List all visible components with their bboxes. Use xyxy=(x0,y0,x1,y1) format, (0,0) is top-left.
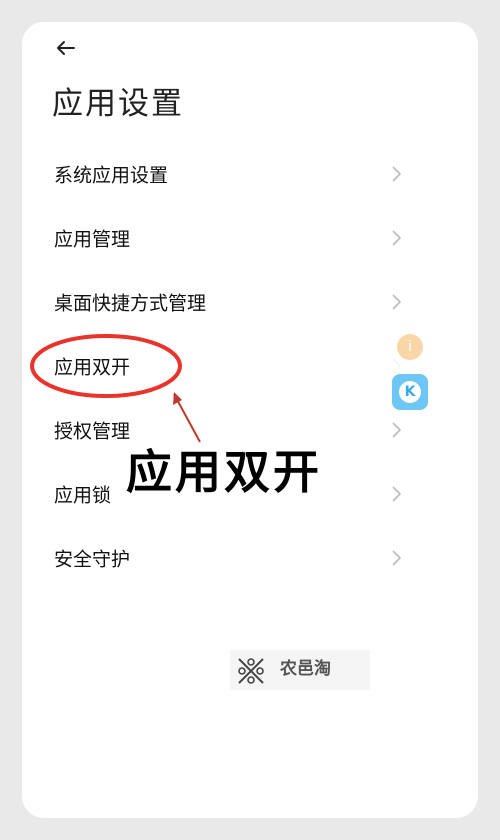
annotation-caption: 应用双开 xyxy=(126,445,322,499)
watermark-text: 农邑淘 xyxy=(280,659,331,679)
annotation-overlay xyxy=(30,334,201,443)
arrow-head-icon xyxy=(173,392,182,405)
nongyitao-logo-icon xyxy=(238,658,264,684)
settings-screen: 应用设置 系统应用设置 应用管理 桌面快捷方式管理 应用双开 授权管理 应用锁 … xyxy=(22,22,478,818)
highlight-ellipse xyxy=(30,334,182,398)
